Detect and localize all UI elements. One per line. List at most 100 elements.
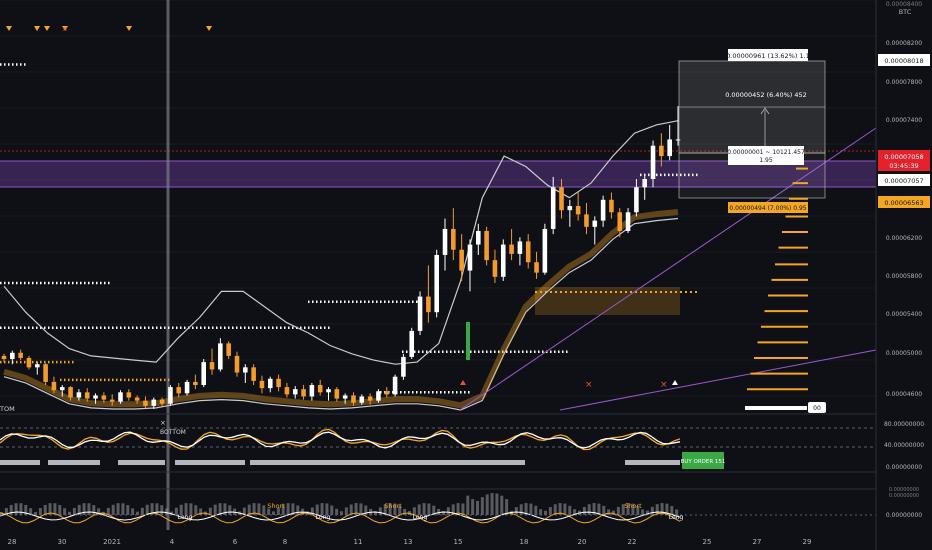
candle-body (151, 399, 157, 406)
cross-marker-1: × (585, 380, 593, 390)
candle-body (193, 381, 198, 386)
volume-bar (262, 505, 266, 515)
symbol-label: BTC (899, 8, 912, 16)
candle-body (359, 396, 365, 403)
candle-body (234, 355, 240, 373)
volume-bar (616, 506, 620, 515)
volume-bar (539, 509, 543, 515)
candle-body (267, 378, 273, 389)
volume-bar (140, 507, 144, 515)
candle-body (534, 262, 539, 273)
volume-bar (131, 508, 135, 515)
volume-bar (160, 505, 164, 515)
small-label: 00 (813, 405, 821, 412)
candle-body (284, 387, 290, 395)
osc-signal-bar (625, 460, 680, 465)
volume-bar (63, 508, 67, 515)
candle-body (509, 244, 514, 254)
bottom-white-bar (745, 406, 807, 410)
volume-bar (534, 505, 538, 515)
candle-body (650, 145, 656, 179)
candle-body (459, 249, 464, 271)
volume-bar (14, 503, 18, 515)
volume-bar (461, 503, 465, 515)
time-tick-label: 13 (404, 538, 413, 546)
candle-body (118, 392, 123, 402)
volume-bar (296, 505, 300, 515)
volume-bar (9, 504, 13, 515)
volume-bar (378, 507, 382, 515)
osc-bottom-label: BOTTOM (160, 429, 186, 436)
price-axis[interactable]: 0.00008400 BTC 0.00008200 0.00007800 0.000… (875, 0, 932, 550)
volume-bar (548, 507, 552, 515)
candle-body (426, 296, 431, 313)
candle-body (434, 254, 439, 313)
short-label-2: Short (384, 502, 402, 510)
candle-body (584, 214, 589, 227)
volume-bar (582, 506, 586, 515)
volume-bar (476, 500, 479, 515)
level-price-label: 0.00007057 (884, 177, 923, 185)
osc-signal-bar (485, 460, 525, 465)
osc-signal-bar (0, 460, 40, 465)
vol-axis-scale: 0.00000000 0.00000000 (889, 487, 919, 499)
candle-body (176, 387, 182, 394)
volume-bar (563, 503, 567, 515)
volume-bar (490, 493, 494, 515)
volume-bar (480, 497, 484, 515)
candle-body (517, 241, 523, 254)
volume-bar (330, 505, 334, 515)
candle-body (59, 387, 65, 391)
candle-body (134, 397, 140, 401)
candle-body (168, 387, 173, 404)
candle-body (417, 296, 423, 331)
buy-order-label: BUY ORDER 151 (681, 459, 726, 465)
candle-body (18, 352, 23, 358)
measure-low-label: 0.00000494 (7.00%) 0.95 (729, 205, 806, 212)
candle-body (442, 228, 448, 255)
candle-body (334, 389, 340, 399)
time-axis[interactable]: 28 30 2021 4 6 8 11 13 15 18 20 22 25 27 29 (0, 530, 932, 550)
volume-bar (111, 504, 115, 515)
volume-bar (485, 494, 489, 515)
candle-body (484, 231, 489, 261)
volume-bar (602, 505, 606, 515)
candle-body (259, 380, 265, 389)
long-label-2: Long (316, 514, 331, 521)
candle-body (109, 399, 115, 402)
price-tick-label: 0.00005800 (886, 273, 922, 280)
candle-body (159, 399, 165, 404)
osc-tick-0: 0.00000000 (886, 464, 922, 471)
candle-body (667, 139, 672, 157)
measure-mid-label: 0.00000452 (6.40%) 452 (725, 91, 807, 99)
volume-bar (544, 510, 547, 515)
volume-bar (272, 511, 275, 515)
osc-tick-40: 40.00000000 (884, 442, 924, 449)
candle-body (659, 145, 664, 157)
volume-bar (126, 505, 130, 515)
price-tick-label: 0.00007800 (886, 79, 922, 86)
osc-signal-bar (48, 460, 100, 465)
candle-body (43, 364, 48, 382)
volume-bar (116, 503, 120, 515)
candle-body (243, 367, 248, 373)
volume-bar (121, 503, 125, 515)
osc-tick-80: 80.00000000 (884, 421, 924, 428)
svg-text:0.00000000: 0.00000000 (889, 493, 919, 499)
time-tick-label: 2021 (103, 538, 121, 546)
volume-bar (72, 507, 76, 515)
current-price-label: 0.00007058 (884, 153, 923, 161)
candle-body (476, 231, 481, 245)
candle-body (184, 381, 190, 394)
volume-bar (495, 493, 499, 515)
time-tick-label: 25 (703, 538, 712, 546)
volume-bar (519, 504, 523, 515)
candle-body (376, 391, 381, 401)
candle-countdown: 03:45:39 (889, 162, 918, 170)
osc-signal-bar (175, 460, 245, 465)
candle-body (276, 378, 281, 388)
trading-chart: 0.00000961 (13.62%) 1.1 0.00000452 (6.40… (0, 0, 932, 550)
measure-top-label: 0.00000961 (13.62%) 1.1 (726, 52, 810, 60)
volume-bar (514, 507, 518, 515)
candle-body (342, 395, 348, 399)
